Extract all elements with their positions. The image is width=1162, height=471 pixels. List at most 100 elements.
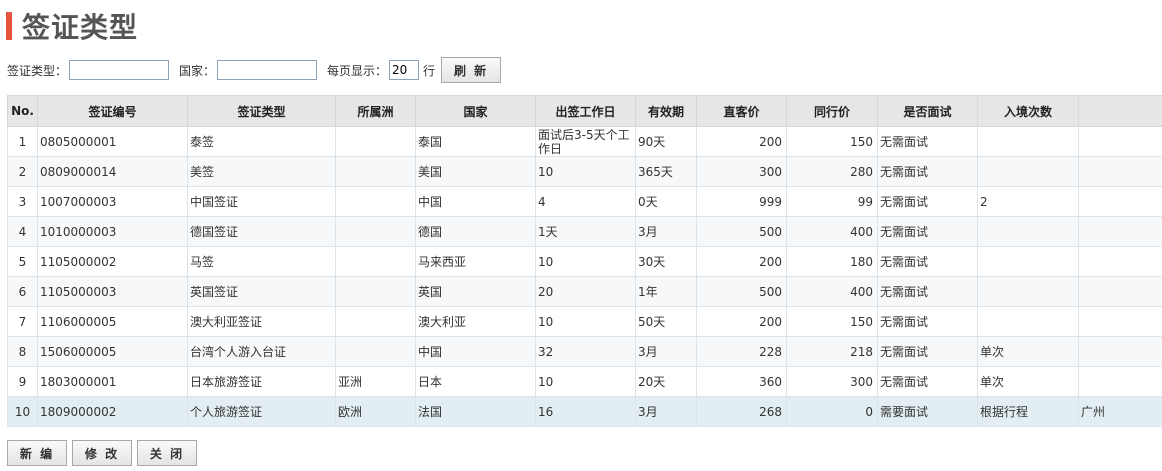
visa-type-input[interactable] xyxy=(69,60,170,80)
refresh-button[interactable]: 刷 新 xyxy=(441,57,502,83)
col-header-agent-price[interactable]: 同行价 xyxy=(786,95,878,127)
cell-extra xyxy=(1078,276,1162,307)
cell-visa-type: 美签 xyxy=(187,156,336,187)
cell-extra xyxy=(1078,246,1162,277)
cell-country: 马来西亚 xyxy=(415,246,536,277)
table-header-row: No. 签证编号 签证类型 所属洲 国家 出签工作日 有效期 直客价 同行价 是… xyxy=(7,95,1162,127)
cell-interview: 无需面试 xyxy=(877,156,978,187)
page-title: 签证类型 xyxy=(22,11,139,44)
cell-retail-price: 228 xyxy=(696,336,787,367)
cell-agent-price: 150 xyxy=(786,126,878,157)
cell-continent xyxy=(335,126,416,157)
cell-validity: 1年 xyxy=(635,276,697,307)
col-header-country[interactable]: 国家 xyxy=(415,95,536,127)
cell-interview: 无需面试 xyxy=(877,336,978,367)
col-header-entries[interactable]: 入境次数 xyxy=(977,95,1079,127)
cell-interview: 无需面试 xyxy=(877,246,978,277)
table-row[interactable]: 2 0809000014 美签 美国 10 365天 300 280 无需面试 xyxy=(7,156,1162,187)
country-input[interactable] xyxy=(217,60,318,80)
cell-extra: 广州 xyxy=(1078,396,1162,427)
cell-entries: 单次 xyxy=(977,336,1079,367)
cell-no: 9 xyxy=(7,366,38,397)
cell-visa-type: 澳大利亚签证 xyxy=(187,306,336,337)
cell-processing-days: 面试后3-5天个工作日 xyxy=(535,126,636,157)
per-page-input[interactable] xyxy=(389,60,420,80)
cell-visa-type: 德国签证 xyxy=(187,216,336,247)
table-row[interactable]: 9 1803000001 日本旅游签证 亚洲 日本 10 20天 360 300 无需面试 单次 xyxy=(7,366,1162,397)
table-body: 1 0805000001 泰签 泰国 面试后3-5天个工作日 90天 200 150 无需面试 2… xyxy=(7,126,1162,427)
cell-retail-price: 500 xyxy=(696,276,787,307)
table-row[interactable]: 4 1010000003 德国签证 德国 1天 3月 500 400 无需面试 xyxy=(7,216,1162,247)
cell-entries xyxy=(977,276,1079,307)
cell-agent-price: 280 xyxy=(786,156,878,187)
cell-no: 7 xyxy=(7,306,38,337)
new-button[interactable]: 新 编 xyxy=(7,440,67,466)
table-row[interactable]: 3 1007000003 中国签证 中国 4 0天 999 99 无需面试 2 xyxy=(7,186,1162,217)
cell-continent xyxy=(335,336,416,367)
cell-validity: 3月 xyxy=(635,216,697,247)
col-header-retail-price[interactable]: 直客价 xyxy=(696,95,787,127)
table-row[interactable]: 7 1106000005 澳大利亚签证 澳大利亚 10 50天 200 150 无需面试 xyxy=(7,306,1162,337)
col-header-no[interactable]: No. xyxy=(7,95,38,127)
cell-retail-price: 999 xyxy=(696,186,787,217)
cell-visa-type: 马签 xyxy=(187,246,336,277)
cell-no: 10 xyxy=(7,396,38,427)
cell-continent: 亚洲 xyxy=(335,366,416,397)
visa-table: No. 签证编号 签证类型 所属洲 国家 出签工作日 有效期 直客价 同行价 是… xyxy=(7,95,1162,427)
edit-button[interactable]: 修 改 xyxy=(72,440,132,466)
cell-entries xyxy=(977,156,1079,187)
col-header-validity[interactable]: 有效期 xyxy=(635,95,697,127)
cell-extra xyxy=(1078,126,1162,157)
cell-visa-code: 1010000003 xyxy=(37,216,188,247)
cell-continent xyxy=(335,186,416,217)
col-header-processing-days[interactable]: 出签工作日 xyxy=(535,95,636,127)
table-row[interactable]: 1 0805000001 泰签 泰国 面试后3-5天个工作日 90天 200 150 无需面试 xyxy=(7,126,1162,157)
cell-visa-type: 台湾个人游入台证 xyxy=(187,336,336,367)
close-button[interactable]: 关 闭 xyxy=(137,440,197,466)
cell-retail-price: 360 xyxy=(696,366,787,397)
cell-visa-type: 中国签证 xyxy=(187,186,336,217)
cell-visa-code: 1803000001 xyxy=(37,366,188,397)
cell-visa-code: 1105000003 xyxy=(37,276,188,307)
cell-validity: 3月 xyxy=(635,336,697,367)
cell-country: 澳大利亚 xyxy=(415,306,536,337)
cell-processing-days: 10 xyxy=(535,246,636,277)
table-row[interactable]: 6 1105000003 英国签证 英国 20 1年 500 400 无需面试 xyxy=(7,276,1162,307)
table-row[interactable]: 5 1105000002 马签 马来西亚 10 30天 200 180 无需面试 xyxy=(7,246,1162,277)
cell-agent-price: 400 xyxy=(786,276,878,307)
cell-entries xyxy=(977,246,1079,277)
cell-no: 1 xyxy=(7,126,38,157)
cell-no: 5 xyxy=(7,246,38,277)
col-header-visa-code[interactable]: 签证编号 xyxy=(37,95,188,127)
cell-entries: 单次 xyxy=(977,366,1079,397)
cell-interview: 无需面试 xyxy=(877,216,978,247)
cell-interview: 无需面试 xyxy=(877,276,978,307)
cell-continent xyxy=(335,306,416,337)
cell-validity: 20天 xyxy=(635,366,697,397)
table-row[interactable]: 10 1809000002 个人旅游签证 欧洲 法国 16 3月 268 0 需要面试 根据行程 广州 xyxy=(7,396,1162,427)
filter-bar: 签证类型： 国家： 每页显示： 行 刷 新 xyxy=(7,57,502,83)
page-header: 签证类型 xyxy=(6,10,138,44)
cell-visa-type: 个人旅游签证 xyxy=(187,396,336,427)
cell-country: 日本 xyxy=(415,366,536,397)
cell-interview: 无需面试 xyxy=(877,306,978,337)
cell-country: 美国 xyxy=(415,156,536,187)
cell-visa-type: 泰签 xyxy=(187,126,336,157)
cell-continent xyxy=(335,246,416,277)
cell-validity: 0天 xyxy=(635,186,697,217)
cell-validity: 50天 xyxy=(635,306,697,337)
col-header-interview[interactable]: 是否面试 xyxy=(877,95,978,127)
cell-extra xyxy=(1078,216,1162,247)
cell-interview: 需要面试 xyxy=(877,396,978,427)
cell-agent-price: 180 xyxy=(786,246,878,277)
col-header-continent[interactable]: 所属洲 xyxy=(335,95,416,127)
col-header-visa-type[interactable]: 签证类型 xyxy=(187,95,336,127)
cell-agent-price: 99 xyxy=(786,186,878,217)
cell-country: 德国 xyxy=(415,216,536,247)
cell-visa-code: 1106000005 xyxy=(37,306,188,337)
table-row[interactable]: 8 1506000005 台湾个人游入台证 中国 32 3月 228 218 无需面试 单次 xyxy=(7,336,1162,367)
cell-agent-price: 300 xyxy=(786,366,878,397)
cell-visa-code: 1506000005 xyxy=(37,336,188,367)
cell-extra xyxy=(1078,366,1162,397)
cell-validity: 30天 xyxy=(635,246,697,277)
